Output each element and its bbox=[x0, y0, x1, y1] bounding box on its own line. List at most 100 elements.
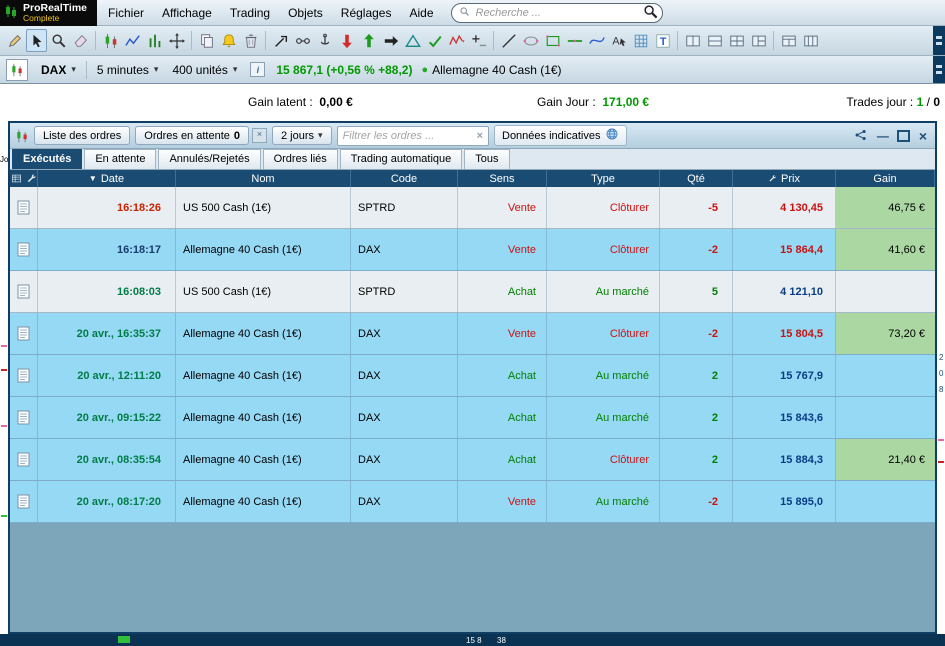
menu-item-aide[interactable]: Aide bbox=[400, 0, 442, 26]
text-cursor-icon[interactable]: A bbox=[608, 29, 629, 52]
menu-item-fichier[interactable]: Fichier bbox=[99, 0, 153, 26]
cursor-icon[interactable] bbox=[26, 29, 47, 52]
eraser-icon[interactable] bbox=[70, 29, 91, 52]
minimize-icon[interactable]: — bbox=[877, 130, 889, 142]
header-type[interactable]: Type bbox=[547, 170, 660, 187]
layout-wide-icon[interactable] bbox=[778, 29, 799, 52]
layout-split-h-icon[interactable] bbox=[704, 29, 725, 52]
menu-item-reglages[interactable]: Réglages bbox=[332, 0, 401, 26]
indicative-data-button[interactable]: Données indicatives bbox=[494, 125, 628, 146]
period-dropdown[interactable]: 2 jours ▾ bbox=[272, 126, 332, 145]
timeframe-dropdown[interactable]: 5 minutes ▾ bbox=[90, 59, 166, 81]
triangle-icon[interactable] bbox=[402, 29, 423, 52]
line-chart-icon[interactable] bbox=[122, 29, 143, 52]
trash-icon[interactable] bbox=[240, 29, 261, 52]
cell-code: DAX bbox=[351, 439, 458, 480]
table-row[interactable]: 20 avr., 16:35:37 Allemagne 40 Cash (1€)… bbox=[10, 313, 935, 355]
table-row[interactable]: 16:18:17 Allemagne 40 Cash (1€) DAX Vent… bbox=[10, 229, 935, 271]
tab-en-attente[interactable]: En attente bbox=[84, 149, 157, 169]
share-icon[interactable] bbox=[854, 128, 868, 144]
info-icon[interactable]: i bbox=[250, 62, 266, 77]
menu-item-objets[interactable]: Objets bbox=[279, 0, 332, 26]
header-gain[interactable]: Gain bbox=[836, 170, 935, 187]
diagonal-line-icon[interactable] bbox=[498, 29, 519, 52]
alert-bell-icon[interactable] bbox=[218, 29, 239, 52]
instrument-bar-right-cap[interactable] bbox=[933, 56, 945, 83]
header-qte[interactable]: Qté bbox=[660, 170, 733, 187]
table-row[interactable]: 20 avr., 08:35:54 Allemagne 40 Cash (1€)… bbox=[10, 439, 935, 481]
tab-trading-automatique[interactable]: Trading automatique bbox=[339, 149, 463, 169]
table-row[interactable]: 16:08:03 US 500 Cash (1€) SPTRD Achat Au… bbox=[10, 271, 935, 313]
search-icon[interactable] bbox=[643, 4, 658, 22]
menu-item-affichage[interactable]: Affichage bbox=[153, 0, 221, 26]
zoom-icon[interactable] bbox=[48, 29, 69, 52]
row-doc-icon[interactable] bbox=[10, 187, 38, 228]
units-dropdown[interactable]: 400 unités ▾ bbox=[165, 59, 244, 81]
buy-arrow-icon[interactable] bbox=[358, 29, 379, 52]
pending-orders-button[interactable]: Ordres en attente 0 bbox=[135, 126, 249, 145]
anchor-icon[interactable] bbox=[314, 29, 335, 52]
maximize-icon[interactable] bbox=[896, 129, 910, 142]
logo-candle-icon bbox=[4, 4, 19, 22]
header-nom[interactable]: Nom bbox=[176, 170, 351, 187]
zigzag-icon[interactable] bbox=[446, 29, 467, 52]
row-doc-icon[interactable] bbox=[10, 439, 38, 480]
search-scope-icon[interactable] bbox=[459, 6, 470, 20]
plus-line-icon[interactable] bbox=[468, 29, 489, 52]
filter-clear-icon[interactable]: × bbox=[475, 130, 485, 142]
orders-list-button[interactable]: Liste des ordres bbox=[34, 126, 131, 145]
copy-icon[interactable] bbox=[196, 29, 217, 52]
ellipse-icon[interactable] bbox=[520, 29, 541, 52]
layout-grid-icon[interactable] bbox=[726, 29, 747, 52]
pending-close-icon[interactable]: × bbox=[252, 128, 267, 143]
chart-style-icon[interactable] bbox=[6, 58, 28, 81]
sell-arrow-icon[interactable] bbox=[336, 29, 357, 52]
toolbar-right-cap[interactable] bbox=[933, 26, 945, 55]
table-row[interactable]: 20 avr., 12:11:20 Allemagne 40 Cash (1€)… bbox=[10, 355, 935, 397]
grid-icon[interactable] bbox=[630, 29, 651, 52]
text-tool-icon[interactable]: T bbox=[652, 29, 673, 52]
header-prix[interactable]: Prix bbox=[733, 170, 836, 187]
filter-box[interactable]: × bbox=[336, 125, 489, 146]
trend-arrow-icon[interactable] bbox=[270, 29, 291, 52]
header-sens[interactable]: Sens bbox=[458, 170, 547, 187]
row-doc-icon[interactable] bbox=[10, 355, 38, 396]
tab-annules-rejetes[interactable]: Annulés/Rejetés bbox=[158, 149, 261, 169]
rectangle-icon[interactable] bbox=[542, 29, 563, 52]
row-doc-icon[interactable] bbox=[10, 229, 38, 270]
window-titlebar[interactable]: Liste des ordres Ordres en attente 0 × 2 … bbox=[10, 123, 935, 149]
bar-chart-icon[interactable] bbox=[144, 29, 165, 52]
filter-input[interactable] bbox=[340, 128, 475, 143]
tab-executes[interactable]: Exécutés bbox=[12, 149, 83, 169]
search-box[interactable] bbox=[450, 2, 663, 23]
app-logo[interactable]: ProRealTime Complete bbox=[0, 0, 97, 26]
curve-icon[interactable] bbox=[586, 29, 607, 52]
layout-split-v-icon[interactable] bbox=[682, 29, 703, 52]
search-input[interactable] bbox=[473, 5, 639, 20]
table-row[interactable]: 20 avr., 08:17:20 Allemagne 40 Cash (1€)… bbox=[10, 481, 935, 523]
order-arrow-icon[interactable] bbox=[380, 29, 401, 52]
cell-code: SPTRD bbox=[351, 187, 458, 228]
tab-tous[interactable]: Tous bbox=[464, 149, 510, 169]
header-date[interactable]: ▼ Date bbox=[38, 170, 176, 187]
row-doc-icon[interactable] bbox=[10, 481, 38, 522]
check-icon[interactable] bbox=[424, 29, 445, 52]
candles-icon[interactable] bbox=[100, 29, 121, 52]
link-icon[interactable] bbox=[292, 29, 313, 52]
header-tools[interactable] bbox=[10, 170, 38, 187]
menu-item-trading[interactable]: Trading bbox=[221, 0, 279, 26]
move-icon[interactable] bbox=[166, 29, 187, 52]
layout-mixed-icon[interactable] bbox=[748, 29, 769, 52]
close-icon[interactable]: × bbox=[919, 129, 927, 143]
row-doc-icon[interactable] bbox=[10, 271, 38, 312]
tab-ordres-lies[interactable]: Ordres liés bbox=[262, 149, 338, 169]
row-doc-icon[interactable] bbox=[10, 397, 38, 438]
table-row[interactable]: 16:18:26 US 500 Cash (1€) SPTRD Vente Cl… bbox=[10, 187, 935, 229]
row-doc-icon[interactable] bbox=[10, 313, 38, 354]
pencil-icon[interactable] bbox=[4, 29, 25, 52]
symbol-dropdown[interactable]: DAX ▾ bbox=[34, 59, 83, 81]
table-row[interactable]: 20 avr., 09:15:22 Allemagne 40 Cash (1€)… bbox=[10, 397, 935, 439]
hline-icon[interactable] bbox=[564, 29, 585, 52]
layout-tall-icon[interactable] bbox=[800, 29, 821, 52]
header-code[interactable]: Code bbox=[351, 170, 458, 187]
